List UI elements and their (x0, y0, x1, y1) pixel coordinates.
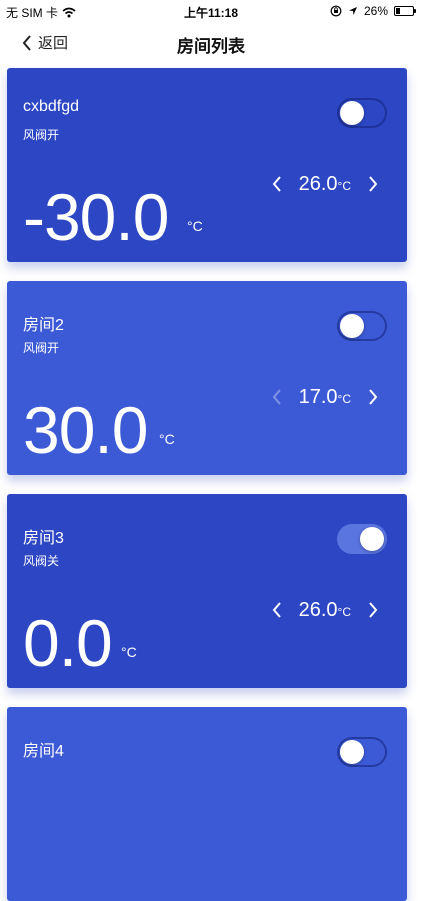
battery-percent: 26% (363, 4, 388, 18)
room-name: cxbdfgd (23, 98, 80, 115)
setpoint-control: 26.0°C (265, 598, 385, 622)
toggle-knob (340, 314, 364, 338)
page-title: 房间列表 (177, 37, 245, 56)
battery-icon (394, 6, 416, 16)
chevron-right-icon (369, 389, 378, 405)
room-card[interactable]: 房间3 风阀关 26.0°C 0.0 °C (7, 494, 407, 688)
current-temperature: 0.0 (23, 606, 113, 680)
increase-button[interactable] (361, 385, 385, 409)
temperature-unit: °C (121, 644, 137, 660)
setpoint-value: 26.0 (298, 598, 338, 621)
chevron-left-icon (272, 176, 281, 192)
power-toggle[interactable] (337, 98, 387, 128)
setpoint-unit: °C (337, 178, 351, 193)
setpoint-unit: °C (337, 391, 351, 406)
room-name: 房间2 (23, 317, 64, 334)
orientation-lock-icon (330, 5, 342, 17)
navigation-bar: 返回 房间列表 (0, 22, 422, 66)
decrease-button[interactable] (265, 598, 289, 622)
chevron-left-icon (272, 389, 281, 405)
setpoint-control: 17.0°C (265, 385, 385, 409)
toggle-knob (360, 527, 384, 551)
chevron-left-icon (272, 602, 281, 618)
power-toggle[interactable] (337, 311, 387, 341)
decrease-button[interactable] (265, 385, 289, 409)
toggle-knob (340, 101, 364, 125)
toggle-knob (340, 740, 364, 764)
room-card[interactable]: 房间2 风阀开 17.0°C 30.0 °C (7, 281, 407, 475)
valve-status: 风阀关 (23, 554, 60, 568)
setpoint-value: 17.0 (298, 385, 338, 408)
current-temperature: 30.0 (23, 393, 148, 467)
power-toggle[interactable] (337, 524, 387, 554)
increase-button[interactable] (361, 598, 385, 622)
setpoint-value: 26.0 (298, 172, 338, 195)
room-name: 房间3 (23, 530, 64, 547)
decrease-button[interactable] (265, 172, 289, 196)
increase-button[interactable] (361, 172, 385, 196)
power-toggle[interactable] (337, 737, 387, 767)
room-card[interactable]: cxbdfgd 风阀开 26.0°C -30.0 °C (7, 68, 407, 262)
valve-status: 风阀开 (23, 341, 60, 355)
setpoint-control: 26.0°C (265, 172, 385, 196)
current-temperature: -30.0 (23, 180, 169, 254)
room-name: 房间4 (23, 743, 64, 760)
room-card[interactable]: 房间4 (7, 707, 407, 901)
location-icon (348, 7, 357, 15)
battery-fill (396, 8, 400, 14)
chevron-right-icon (369, 176, 378, 192)
chevron-right-icon (369, 602, 378, 618)
temperature-unit: °C (159, 431, 175, 447)
status-bar: 无 SIM 卡 上午11:18 26% (0, 0, 422, 22)
valve-status: 风阀开 (23, 128, 60, 142)
setpoint-unit: °C (337, 604, 351, 619)
temperature-unit: °C (187, 218, 203, 234)
